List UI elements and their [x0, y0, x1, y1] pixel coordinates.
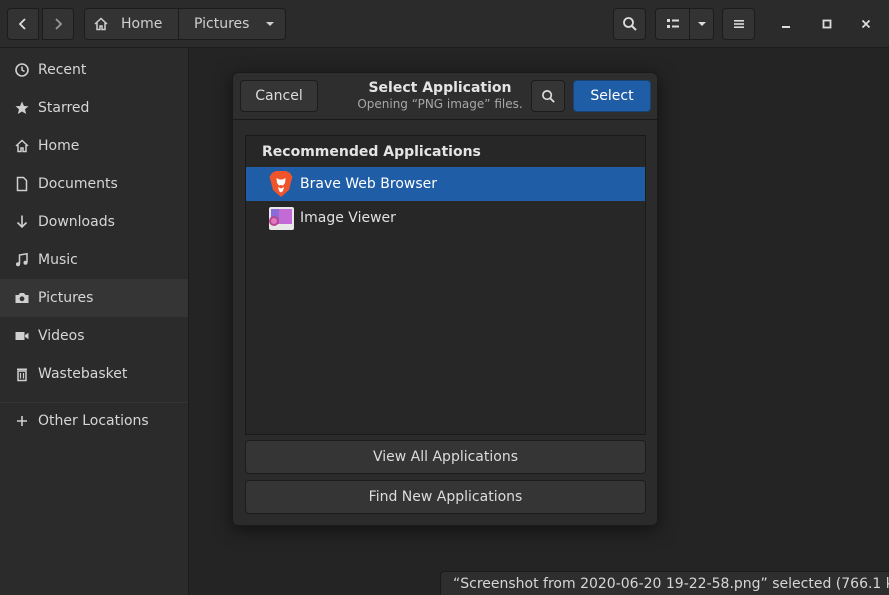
sidebar-item-music[interactable]: Music — [0, 241, 188, 279]
list-item-brave[interactable]: Brave Web Browser — [246, 167, 645, 201]
document-icon — [13, 175, 31, 193]
chevron-down-icon — [697, 22, 706, 26]
hamburger-menu-icon — [733, 20, 744, 28]
video-camera-icon — [13, 327, 31, 345]
selection-status: “Screenshot from 2020-06-20 19-22-58.png… — [440, 571, 889, 595]
path-crumb-pictures[interactable]: Pictures — [179, 9, 285, 39]
home-icon — [94, 17, 108, 31]
select-application-dialog: Cancel Select Application Opening “PNG i… — [232, 72, 658, 526]
sidebar-item-label: Starred — [38, 100, 90, 116]
sidebar-item-label: Music — [38, 252, 78, 268]
header-bar: Home Pictures — [0, 0, 889, 48]
sidebar-item-label: Other Locations — [38, 413, 149, 429]
chevron-left-icon — [18, 18, 26, 30]
maximize-icon — [822, 19, 832, 29]
download-arrow-icon — [13, 213, 31, 231]
sidebar-item-documents[interactable]: Documents — [0, 165, 188, 203]
back-button[interactable] — [7, 8, 39, 40]
search-button[interactable] — [613, 8, 646, 40]
dialog-title: Select Application — [368, 80, 512, 96]
sidebar-item-home[interactable]: Home — [0, 127, 188, 165]
sidebar-item-label: Home — [38, 138, 80, 154]
app-name: Brave Web Browser — [300, 176, 437, 192]
dialog-search-button[interactable] — [531, 80, 565, 112]
sidebar-item-label: Videos — [38, 328, 85, 344]
select-button[interactable]: Select — [573, 80, 651, 112]
view-toggle-button[interactable] — [655, 8, 690, 40]
view-options-button[interactable] — [689, 8, 714, 40]
sidebar-item-recent[interactable]: Recent — [0, 51, 188, 89]
close-icon — [861, 19, 871, 29]
music-note-icon — [13, 251, 31, 269]
sidebar-item-label: Downloads — [38, 214, 115, 230]
list-item-image-viewer[interactable]: Image Viewer — [246, 201, 645, 235]
application-list: Recommended Applications Brave Web Brows… — [245, 135, 646, 435]
sidebar-item-label: Pictures — [38, 290, 94, 306]
sidebar-item-other-locations[interactable]: Other Locations — [0, 402, 188, 440]
sidebar-item-starred[interactable]: Starred — [0, 89, 188, 127]
sidebar-item-videos[interactable]: Videos — [0, 317, 188, 355]
plus-icon — [13, 412, 31, 430]
image-viewer-icon — [267, 204, 295, 232]
dialog-title-block: Select Application Opening “PNG image” f… — [343, 80, 537, 112]
path-crumb-label: Home — [121, 16, 163, 32]
path-crumb-home[interactable]: Home — [85, 9, 179, 39]
dialog-subtitle: Opening “PNG image” files. — [357, 97, 523, 111]
close-button[interactable] — [856, 14, 876, 34]
places-sidebar: Recent Starred Home Documents Downloads … — [0, 48, 189, 595]
brave-lion-icon — [267, 170, 295, 198]
sidebar-item-label: Wastebasket — [38, 366, 128, 382]
view-all-applications-button[interactable]: View All Applications — [245, 440, 646, 474]
minimize-icon — [782, 26, 790, 28]
list-view-icon — [666, 19, 679, 28]
app-name: Image Viewer — [300, 210, 396, 226]
sidebar-item-pictures[interactable]: Pictures — [0, 279, 188, 317]
search-icon — [541, 89, 555, 103]
maximize-button[interactable] — [817, 14, 837, 34]
dialog-header: Cancel Select Application Opening “PNG i… — [233, 73, 657, 120]
star-icon — [13, 99, 31, 117]
clock-icon — [13, 61, 31, 79]
sidebar-item-wastebasket[interactable]: Wastebasket — [0, 355, 188, 393]
list-header: Recommended Applications — [262, 144, 481, 160]
find-new-applications-button[interactable]: Find New Applications — [245, 480, 646, 514]
path-crumb-label: Pictures — [194, 16, 250, 32]
path-bar: Home Pictures — [84, 8, 286, 40]
search-icon — [622, 17, 637, 31]
minimize-button[interactable] — [776, 14, 796, 34]
sidebar-item-downloads[interactable]: Downloads — [0, 203, 188, 241]
forward-button[interactable] — [42, 8, 74, 40]
home-icon — [13, 137, 31, 155]
sidebar-item-label: Documents — [38, 176, 118, 192]
main-menu-button[interactable] — [722, 8, 755, 40]
sidebar-item-label: Recent — [38, 62, 87, 78]
chevron-down-icon — [266, 22, 275, 26]
trash-icon — [13, 365, 31, 383]
camera-icon — [13, 289, 31, 307]
chevron-right-icon — [55, 18, 63, 30]
cancel-button[interactable]: Cancel — [240, 80, 318, 112]
